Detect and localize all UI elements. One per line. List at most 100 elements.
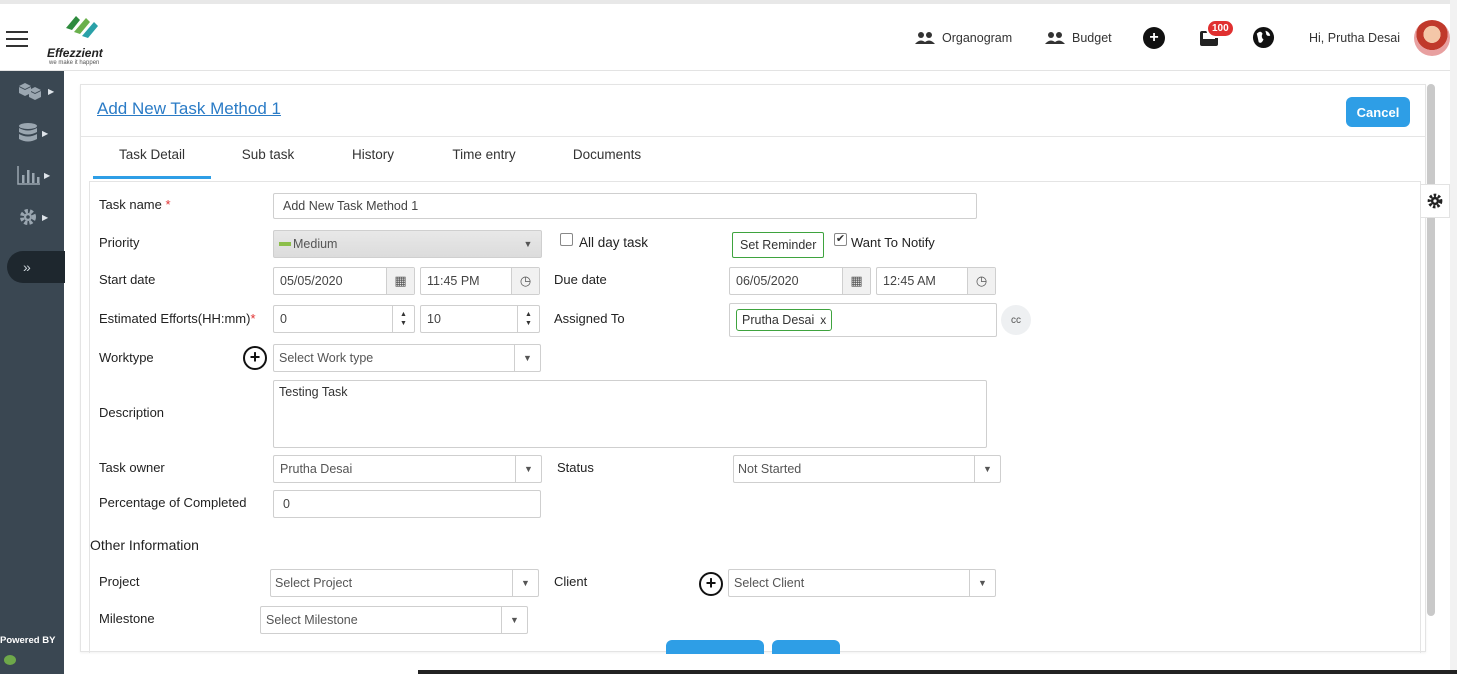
tab-sub-task[interactable]: Sub task <box>211 137 325 179</box>
stepper-icon[interactable]: ▲ ▼ <box>517 306 539 332</box>
chevron-down-icon: ▼ <box>501 607 527 633</box>
percentage-input[interactable]: 0 <box>273 490 541 518</box>
set-reminder-button[interactable]: Set Reminder <box>732 232 825 258</box>
start-time-input[interactable]: 11:45 PM ◷ <box>420 267 540 295</box>
sidebar-item-database[interactable]: ▶ <box>17 121 57 145</box>
vendor-logo-icon <box>4 655 16 665</box>
remove-chip-icon[interactable]: x <box>820 313 826 327</box>
brand-logo[interactable]: Effezzient we make it happen <box>44 10 124 70</box>
add-button[interactable]: + <box>1143 4 1165 71</box>
calendar-icon[interactable]: ▦ <box>842 268 870 294</box>
clock-icon[interactable]: ◷ <box>511 268 539 294</box>
reset-button[interactable] <box>772 640 840 654</box>
client-select[interactable]: Select Client ▼ <box>728 569 996 597</box>
notifications-button[interactable]: 100 <box>1199 4 1235 71</box>
user-menu[interactable]: Hi, Prutha Desai <box>1309 4 1451 71</box>
chevron-down-icon: ▼ <box>969 570 995 596</box>
clock-icon[interactable]: ◷ <box>967 268 995 294</box>
database-icon <box>19 123 37 142</box>
efforts-hours-input[interactable]: 0 ▲ ▼ <box>273 305 415 333</box>
client-placeholder: Select Client <box>734 576 805 590</box>
assigned-to-input[interactable]: Prutha Desai x <box>729 303 997 337</box>
want-to-notify-label: Want To Notify <box>851 235 935 250</box>
sidebar-item-modules[interactable]: ▶ <box>17 79 57 103</box>
tab-time-entry[interactable]: Time entry <box>421 137 547 179</box>
due-date-value: 06/05/2020 <box>736 274 799 288</box>
status-label: Status <box>557 460 594 475</box>
assignee-chip: Prutha Desai x <box>736 309 833 331</box>
save-button[interactable] <box>666 640 764 654</box>
project-label: Project <box>99 574 140 589</box>
want-to-notify-checkbox[interactable]: ✔ <box>834 233 847 246</box>
brand-tagline: we make it happen <box>49 60 100 66</box>
plus-circle-icon: + <box>1143 26 1165 49</box>
milestone-label: Milestone <box>99 611 155 626</box>
project-placeholder: Select Project <box>275 576 353 590</box>
nav-budget-label: Budget <box>1072 30 1112 45</box>
percentage-label: Percentage of Completed <box>99 495 247 510</box>
task-name-input[interactable]: Add New Task Method 1 <box>273 193 977 219</box>
brand-name: Effezzient <box>47 46 103 60</box>
chevron-down-icon: ▼ <box>512 570 538 596</box>
chevron-down-icon: ▼ <box>523 239 533 249</box>
top-navbar: Effezzient we make it happen Organogram … <box>0 0 1457 71</box>
status-value: Not Started <box>738 462 802 476</box>
chevron-down-icon: ▼ <box>514 345 540 371</box>
add-client-icon[interactable]: + <box>699 572 723 596</box>
start-date-input[interactable]: 05/05/2020 ▦ <box>273 267 415 295</box>
efforts-minutes-input[interactable]: 10 ▲ ▼ <box>420 305 540 333</box>
tab-history[interactable]: History <box>325 137 421 179</box>
page-title[interactable]: Add New Task Method 1 <box>97 99 281 119</box>
sidebar-expand-button[interactable]: » <box>7 251 65 283</box>
sidebar-item-reports[interactable]: ▶ <box>17 163 57 187</box>
client-label: Client <box>554 574 588 589</box>
priority-select[interactable]: Medium ▼ <box>273 230 542 258</box>
status-select[interactable]: Not Started ▼ <box>733 455 1001 483</box>
cc-button[interactable]: cc <box>1001 305 1031 335</box>
cancel-button[interactable]: Cancel <box>1346 97 1410 127</box>
language-button[interactable] <box>1252 4 1275 71</box>
start-date-label: Start date <box>99 272 156 287</box>
due-date-label: Due date <box>554 272 607 287</box>
chevron-down-icon: ▼ <box>974 456 1000 482</box>
nav-organogram[interactable]: Organogram <box>915 4 1012 71</box>
nav-budget[interactable]: Budget <box>1045 4 1112 71</box>
efforts-hours-value: 0 <box>280 312 287 326</box>
efforts-minutes-value: 10 <box>427 312 441 326</box>
worktype-select[interactable]: Select Work type ▼ <box>273 344 541 372</box>
sidebar: ▶ ▶ ▶ ▶ » Powered BY <box>0 71 65 674</box>
settings-gear-button[interactable] <box>1420 184 1450 218</box>
priority-label: Priority <box>99 235 140 250</box>
tab-documents[interactable]: Documents <box>547 137 667 179</box>
due-time-input[interactable]: 12:45 AM ◷ <box>876 267 996 295</box>
due-date-input[interactable]: 06/05/2020 ▦ <box>729 267 871 295</box>
cubes-icon <box>19 83 41 100</box>
calendar-icon[interactable]: ▦ <box>386 268 414 294</box>
due-time-value: 12:45 AM <box>883 274 936 288</box>
add-worktype-icon[interactable]: + <box>243 346 267 370</box>
people-icon <box>1045 31 1065 44</box>
start-time-value: 11:45 PM <box>427 274 480 288</box>
nav-organogram-label: Organogram <box>942 30 1013 45</box>
project-select[interactable]: Select Project ▼ <box>270 569 539 597</box>
task-owner-select[interactable]: Prutha Desai ▼ <box>273 455 542 483</box>
tab-task-detail[interactable]: Task Detail <box>93 137 211 179</box>
gear-icon <box>20 209 36 225</box>
all-day-checkbox[interactable] <box>560 233 573 246</box>
window-edge <box>1450 0 1457 674</box>
vertical-scrollbar[interactable] <box>1427 84 1435 616</box>
description-textarea[interactable]: Testing Task <box>273 380 987 448</box>
other-information-heading: Other Information <box>90 537 199 553</box>
milestone-select[interactable]: Select Milestone ▼ <box>260 606 528 634</box>
people-icon <box>915 31 935 44</box>
stepper-icon[interactable]: ▲ ▼ <box>392 306 414 332</box>
user-greeting: Hi, Prutha Desai <box>1309 30 1401 45</box>
notification-count-badge: 100 <box>1206 18 1235 38</box>
worktype-placeholder: Select Work type <box>279 351 374 365</box>
tab-bar: Task Detail Sub task History Time entry … <box>93 137 667 179</box>
hamburger-menu-icon[interactable] <box>6 31 28 47</box>
start-date-value: 05/05/2020 <box>280 274 343 288</box>
task-owner-value: Prutha Desai <box>280 462 353 476</box>
all-day-label: All day task <box>579 235 649 250</box>
sidebar-item-settings[interactable]: ▶ <box>17 205 57 229</box>
